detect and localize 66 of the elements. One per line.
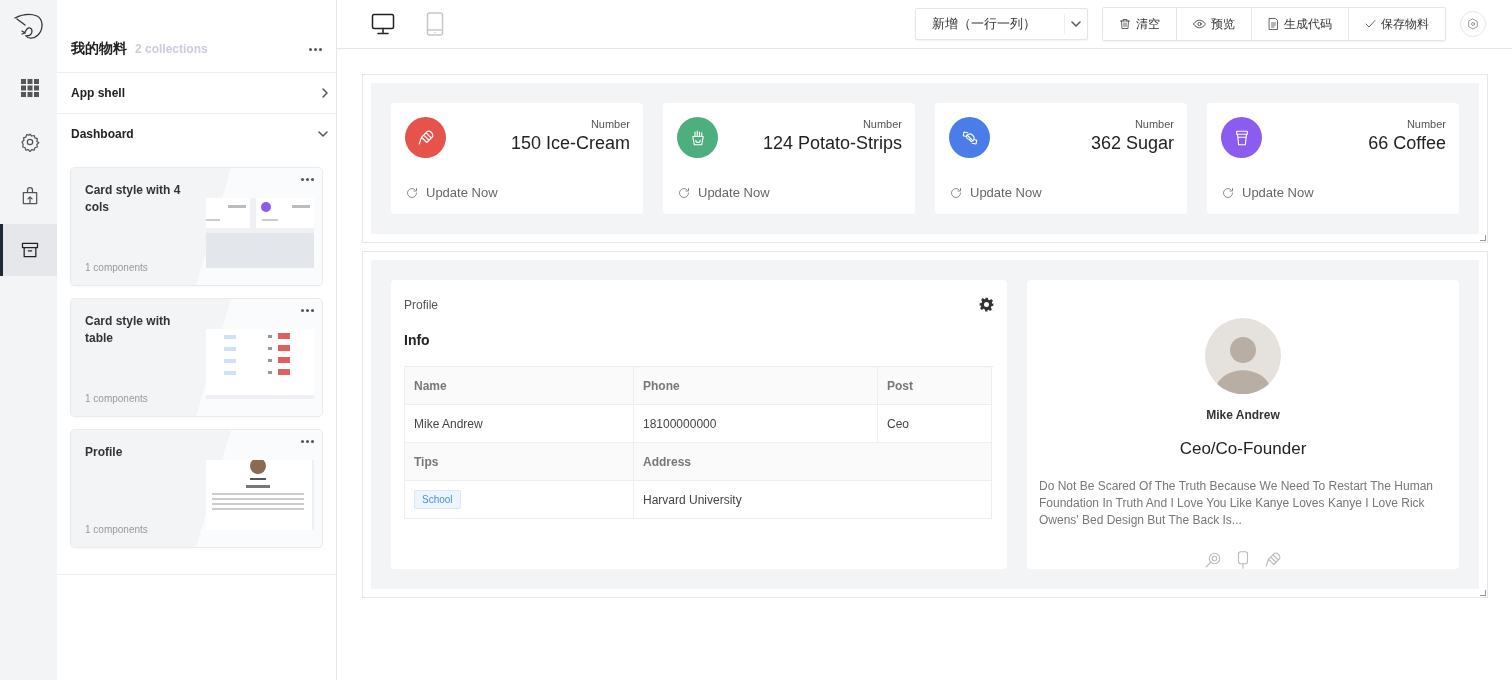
bag-upload-icon [20,186,40,206]
grid-icon [21,79,39,97]
add-layout-select[interactable]: 新增（一行一列） [915,8,1088,40]
action-button[interactable]: 预览 [1176,8,1251,40]
check-icon [1365,19,1376,29]
candy-icon [960,128,979,147]
refresh-icon [406,186,418,199]
component-count: 1 components [85,524,149,535]
profile-bio: Do Not Be Scared Of The Truth Because We Need To Restart The Human Foundation In Truth And I Love You Like Kanye Loves Kanye I Love Rick Owens' Bed Design But The Back Is... [1039,478,1434,529]
more-icon[interactable] [301,178,314,181]
settings-icon [1467,18,1479,30]
desktop-view-tab[interactable] [371,11,395,37]
material-card[interactable]: Card style with 4 cols 1 components [71,168,322,285]
more-icon[interactable] [301,440,314,443]
archive-icon [20,240,40,260]
action-button[interactable]: 生成代码 [1251,8,1348,40]
profile-name: Mike Andrew [1206,408,1280,422]
stat-value: 66 Coffee [1368,133,1446,154]
refresh-icon [1222,186,1234,199]
settings-icon[interactable] [979,297,994,312]
material-card[interactable]: Profile 1 components [71,430,322,547]
column-header: Name [405,367,634,405]
tag: School [414,490,461,509]
update-link[interactable]: Update Now [405,185,630,200]
file-icon [1268,18,1279,30]
settings-icon [20,132,40,152]
resize-handle[interactable] [1480,590,1486,596]
stat-value: 124 Potato-Strips [762,133,902,154]
ice-cream-icon [416,128,435,147]
trash-icon [1119,18,1131,30]
more-icon[interactable] [301,309,314,312]
stat-caption: Number [1405,118,1446,130]
stat-caption: Number [861,118,902,130]
action-button[interactable]: 保存物料 [1348,8,1445,40]
component-count: 1 components [85,262,149,273]
stat-caption: Number [589,118,630,130]
panel-caption: Profile [404,297,438,312]
component-count: 1 components [85,393,149,404]
column-header: Tips [405,443,634,481]
refresh-icon [950,186,962,199]
column-header: Address [634,443,992,481]
canvas-row[interactable]: Number 150 Ice-Cream Update Now Number 124 Potato-Strips Update Now Number 362 Sugar Update Now Number 66 Coffee Update Now [362,74,1488,243]
group-row[interactable]: App shell [57,73,336,114]
info-heading: Info [404,332,431,348]
refresh-icon [678,186,690,199]
stat-value: 362 Sugar [1090,133,1174,154]
stat-value: 150 Ice-Cream [510,133,630,154]
action-button[interactable]: 清空 [1103,8,1176,40]
column-header: Post [878,367,992,405]
update-link[interactable]: Update Now [1221,185,1446,200]
table-cell: Harvard University [634,481,992,519]
group-row[interactable]: Dashboard [57,114,336,154]
resize-handle[interactable] [1480,235,1486,241]
rail-item[interactable] [0,224,57,276]
card-title: Card style with table [85,313,172,347]
material-card[interactable]: Card style with table 1 components [71,299,322,416]
card-title: Card style with 4 cols [85,182,182,216]
profile-title: Ceo/Co-Founder [1179,439,1307,459]
more-icon[interactable] [309,47,322,51]
eye-icon [1193,18,1206,30]
column-header: Phone [634,367,878,405]
card-title: Profile [85,444,124,461]
panel-title: 我的物料 [71,40,127,58]
update-link[interactable]: Update Now [949,185,1174,200]
update-link[interactable]: Update Now [677,185,902,200]
stat-caption: Number [1133,118,1174,130]
